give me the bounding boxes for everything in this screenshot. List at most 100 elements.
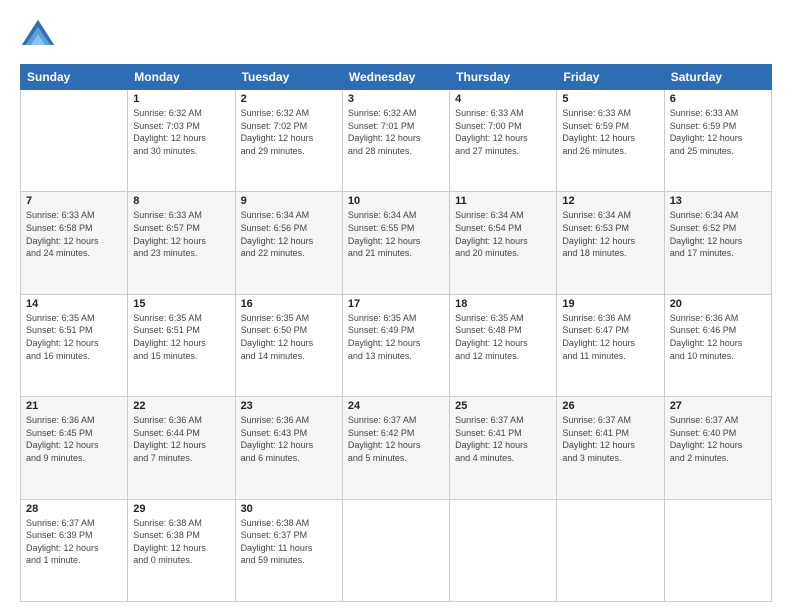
day-number: 19 <box>562 298 658 310</box>
calendar-cell: 27 Sunrise: 6:37 AM Sunset: 6:40 PM Dayli… <box>664 397 771 499</box>
calendar-cell <box>21 90 128 192</box>
day-info: Sunrise: 6:36 AM Sunset: 6:45 PM Dayligh… <box>26 414 122 464</box>
day-number: 20 <box>670 298 766 310</box>
day-number: 3 <box>348 93 444 105</box>
day-number: 6 <box>670 93 766 105</box>
calendar-cell: 25Sunrise: 6:37 AM Sunset: 6:41 PM Dayli… <box>450 397 557 499</box>
calendar-cell: 1Sunrise: 6:32 AM Sunset: 7:03 PM Daylig… <box>128 90 235 192</box>
calendar-cell <box>557 499 664 601</box>
day-number: 8 <box>133 195 229 207</box>
day-info: Sunrise: 6:33 AM Sunset: 6:58 PM Dayligh… <box>26 209 122 259</box>
logo-icon <box>20 18 56 54</box>
day-number: 11 <box>455 195 551 207</box>
day-info: Sunrise: 6:35 AM Sunset: 6:51 PM Dayligh… <box>26 312 122 362</box>
day-info: Sunrise: 6:32 AM Sunset: 7:01 PM Dayligh… <box>348 107 444 157</box>
calendar-cell: 9 Sunrise: 6:34 AM Sunset: 6:56 PM Daylig… <box>235 192 342 294</box>
calendar-cell: 24 Sunrise: 6:37 AM Sunset: 6:42 PM Dayli… <box>342 397 449 499</box>
day-number: 16 <box>241 298 337 310</box>
day-info: Sunrise: 6:32 AM Sunset: 7:02 PM Dayligh… <box>241 107 337 157</box>
calendar-cell: 10Sunrise: 6:34 AM Sunset: 6:55 PM Dayli… <box>342 192 449 294</box>
day-info: Sunrise: 6:34 AM Sunset: 6:55 PM Dayligh… <box>348 209 444 259</box>
day-info: Sunrise: 6:33 AM Sunset: 6:59 PM Dayligh… <box>562 107 658 157</box>
day-info: Sunrise: 6:34 AM Sunset: 6:52 PM Dayligh… <box>670 209 766 259</box>
col-header-thursday: Thursday <box>450 65 557 90</box>
calendar-cell: 29 Sunrise: 6:38 AM Sunset: 6:38 PM Dayli… <box>128 499 235 601</box>
day-info: Sunrise: 6:34 AM Sunset: 6:56 PM Dayligh… <box>241 209 337 259</box>
calendar-cell: 11 Sunrise: 6:34 AM Sunset: 6:54 PM Dayli… <box>450 192 557 294</box>
calendar-cell <box>664 499 771 601</box>
day-info: Sunrise: 6:34 AM Sunset: 6:53 PM Dayligh… <box>562 209 658 259</box>
col-header-friday: Friday <box>557 65 664 90</box>
calendar-cell: 30Sunrise: 6:38 AM Sunset: 6:37 PM Dayli… <box>235 499 342 601</box>
day-number: 17 <box>348 298 444 310</box>
day-info: Sunrise: 6:33 AM Sunset: 6:57 PM Dayligh… <box>133 209 229 259</box>
day-number: 4 <box>455 93 551 105</box>
calendar-body: 1Sunrise: 6:32 AM Sunset: 7:03 PM Daylig… <box>21 90 772 602</box>
day-number: 1 <box>133 93 229 105</box>
day-number: 26 <box>562 400 658 412</box>
calendar-cell: 14 Sunrise: 6:35 AM Sunset: 6:51 PM Dayli… <box>21 294 128 396</box>
day-number: 13 <box>670 195 766 207</box>
day-info: Sunrise: 6:37 AM Sunset: 6:39 PM Dayligh… <box>26 517 122 567</box>
day-info: Sunrise: 6:35 AM Sunset: 6:48 PM Dayligh… <box>455 312 551 362</box>
day-number: 15 <box>133 298 229 310</box>
day-number: 28 <box>26 503 122 515</box>
col-header-monday: Monday <box>128 65 235 90</box>
day-number: 24 <box>348 400 444 412</box>
calendar-cell: 5 Sunrise: 6:33 AM Sunset: 6:59 PM Daylig… <box>557 90 664 192</box>
calendar-week-row: 1Sunrise: 6:32 AM Sunset: 7:03 PM Daylig… <box>21 90 772 192</box>
day-number: 21 <box>26 400 122 412</box>
day-number: 18 <box>455 298 551 310</box>
calendar-cell: 13 Sunrise: 6:34 AM Sunset: 6:52 PM Dayli… <box>664 192 771 294</box>
calendar-cell: 23 Sunrise: 6:36 AM Sunset: 6:43 PM Dayli… <box>235 397 342 499</box>
calendar-cell <box>342 499 449 601</box>
calendar-cell <box>450 499 557 601</box>
day-number: 27 <box>670 400 766 412</box>
day-info: Sunrise: 6:36 AM Sunset: 6:44 PM Dayligh… <box>133 414 229 464</box>
calendar-cell: 19Sunrise: 6:36 AM Sunset: 6:47 PM Dayli… <box>557 294 664 396</box>
day-number: 29 <box>133 503 229 515</box>
day-info: Sunrise: 6:34 AM Sunset: 6:54 PM Dayligh… <box>455 209 551 259</box>
day-info: Sunrise: 6:37 AM Sunset: 6:41 PM Dayligh… <box>562 414 658 464</box>
col-header-saturday: Saturday <box>664 65 771 90</box>
calendar: SundayMondayTuesdayWednesdayThursdayFrid… <box>20 64 772 602</box>
calendar-cell: 6 Sunrise: 6:33 AM Sunset: 6:59 PM Daylig… <box>664 90 771 192</box>
day-number: 9 <box>241 195 337 207</box>
day-info: Sunrise: 6:33 AM Sunset: 6:59 PM Dayligh… <box>670 107 766 157</box>
calendar-cell: 12 Sunrise: 6:34 AM Sunset: 6:53 PM Dayli… <box>557 192 664 294</box>
col-header-tuesday: Tuesday <box>235 65 342 90</box>
calendar-cell: 8 Sunrise: 6:33 AM Sunset: 6:57 PM Daylig… <box>128 192 235 294</box>
calendar-cell: 28 Sunrise: 6:37 AM Sunset: 6:39 PM Dayli… <box>21 499 128 601</box>
calendar-cell: 16 Sunrise: 6:35 AM Sunset: 6:50 PM Dayli… <box>235 294 342 396</box>
day-info: Sunrise: 6:36 AM Sunset: 6:46 PM Dayligh… <box>670 312 766 362</box>
calendar-cell: 15Sunrise: 6:35 AM Sunset: 6:51 PM Dayli… <box>128 294 235 396</box>
header <box>20 18 772 54</box>
day-number: 7 <box>26 195 122 207</box>
calendar-cell: 4 Sunrise: 6:33 AM Sunset: 7:00 PM Daylig… <box>450 90 557 192</box>
calendar-cell: 20 Sunrise: 6:36 AM Sunset: 6:46 PM Dayli… <box>664 294 771 396</box>
day-info: Sunrise: 6:37 AM Sunset: 6:41 PM Dayligh… <box>455 414 551 464</box>
day-number: 14 <box>26 298 122 310</box>
col-header-wednesday: Wednesday <box>342 65 449 90</box>
day-info: Sunrise: 6:37 AM Sunset: 6:42 PM Dayligh… <box>348 414 444 464</box>
calendar-header-row: SundayMondayTuesdayWednesdayThursdayFrid… <box>21 65 772 90</box>
calendar-cell: 17 Sunrise: 6:35 AM Sunset: 6:49 PM Dayli… <box>342 294 449 396</box>
day-info: Sunrise: 6:38 AM Sunset: 6:38 PM Dayligh… <box>133 517 229 567</box>
day-info: Sunrise: 6:35 AM Sunset: 6:50 PM Dayligh… <box>241 312 337 362</box>
calendar-week-row: 21 Sunrise: 6:36 AM Sunset: 6:45 PM Dayli… <box>21 397 772 499</box>
day-number: 5 <box>562 93 658 105</box>
calendar-cell: 26 Sunrise: 6:37 AM Sunset: 6:41 PM Dayli… <box>557 397 664 499</box>
day-info: Sunrise: 6:35 AM Sunset: 6:49 PM Dayligh… <box>348 312 444 362</box>
day-number: 22 <box>133 400 229 412</box>
day-info: Sunrise: 6:36 AM Sunset: 6:43 PM Dayligh… <box>241 414 337 464</box>
calendar-cell: 3 Sunrise: 6:32 AM Sunset: 7:01 PM Daylig… <box>342 90 449 192</box>
day-info: Sunrise: 6:37 AM Sunset: 6:40 PM Dayligh… <box>670 414 766 464</box>
day-number: 12 <box>562 195 658 207</box>
day-number: 30 <box>241 503 337 515</box>
col-header-sunday: Sunday <box>21 65 128 90</box>
day-number: 23 <box>241 400 337 412</box>
calendar-week-row: 14 Sunrise: 6:35 AM Sunset: 6:51 PM Dayli… <box>21 294 772 396</box>
calendar-week-row: 7 Sunrise: 6:33 AM Sunset: 6:58 PM Daylig… <box>21 192 772 294</box>
logo <box>20 18 60 54</box>
day-info: Sunrise: 6:33 AM Sunset: 7:00 PM Dayligh… <box>455 107 551 157</box>
